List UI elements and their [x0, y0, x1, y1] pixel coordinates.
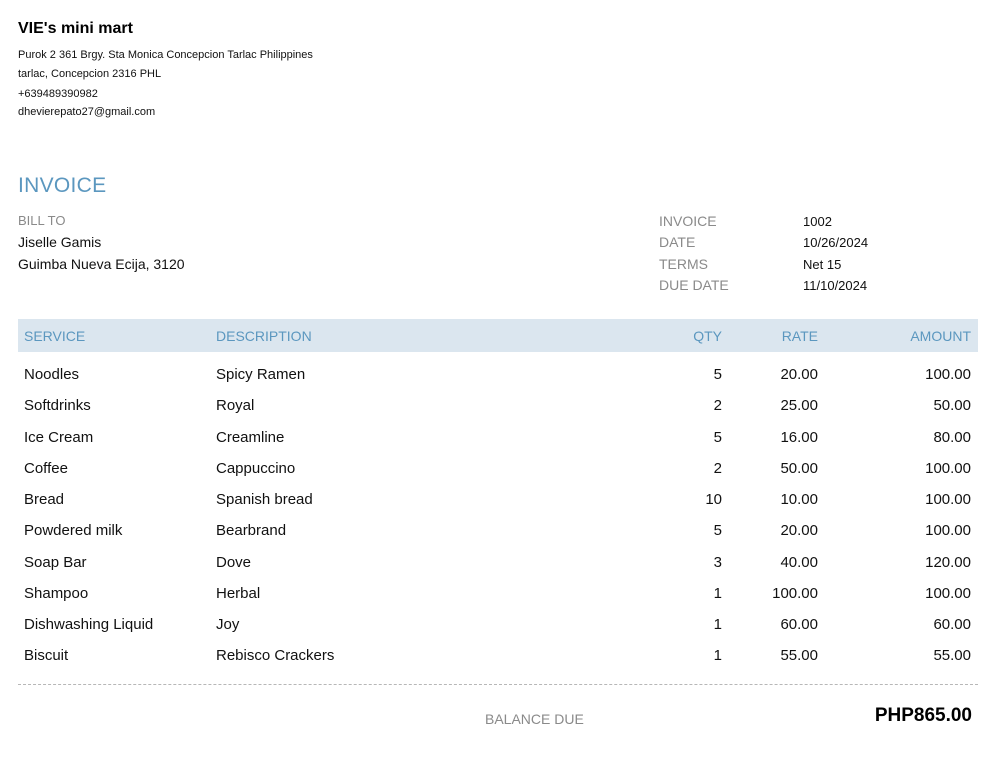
table-row: Ice Cream Creamline 5 16.00 80.00	[18, 429, 978, 451]
row-qty: 1	[713, 585, 722, 602]
company-name: VIE's mini mart	[18, 20, 133, 37]
header-amount: AMOUNT	[910, 328, 971, 344]
row-rate: 10.00	[780, 491, 818, 508]
row-amount: 120.00	[925, 554, 971, 571]
row-rate: 40.00	[780, 554, 818, 571]
table-row: Noodles Spicy Ramen 5 20.00 100.00	[18, 366, 978, 388]
invoice-number-label: INVOICE	[659, 213, 717, 229]
row-rate: 20.00	[780, 366, 818, 383]
header-description: DESCRIPTION	[216, 328, 312, 344]
row-amount: 55.00	[933, 647, 971, 664]
row-amount: 80.00	[933, 429, 971, 446]
bill-to-name: Jiselle Gamis	[18, 234, 102, 250]
row-rate: 16.00	[780, 429, 818, 446]
row-amount: 100.00	[925, 585, 971, 602]
row-qty: 1	[713, 647, 722, 664]
company-address-line2: tarlac, Concepcion 2316 PHL	[18, 68, 162, 80]
row-qty: 3	[713, 554, 722, 571]
row-amount: 100.00	[925, 366, 971, 383]
invoice-due-date-label: DUE DATE	[659, 277, 729, 293]
row-description: Herbal	[216, 585, 261, 602]
row-service: Ice Cream	[24, 429, 94, 446]
row-description: Rebisco Crackers	[216, 647, 335, 664]
row-service: Noodles	[24, 366, 80, 383]
table-row: Powdered milk Bearbrand 5 20.00 100.00	[18, 522, 978, 544]
row-rate: 50.00	[780, 460, 818, 477]
invoice-date-label: DATE	[659, 234, 696, 250]
invoice-number-value: 1002	[803, 214, 832, 229]
row-rate: 60.00	[780, 616, 818, 633]
row-service: Dishwashing Liquid	[24, 616, 154, 633]
invoice-terms-value: Net 15	[803, 257, 842, 272]
row-service: Soap Bar	[24, 554, 87, 571]
table-row: Shampoo Herbal 1 100.00 100.00	[18, 585, 978, 607]
company-phone: +639489390982	[18, 88, 98, 100]
row-service: Shampoo	[24, 585, 89, 602]
row-amount: 100.00	[925, 491, 971, 508]
row-description: Joy	[216, 616, 240, 633]
header-qty: QTY	[693, 328, 722, 344]
bill-to-label: BILL TO	[18, 213, 66, 228]
row-amount: 50.00	[933, 397, 971, 414]
row-rate: 20.00	[780, 522, 818, 539]
balance-due-value: PHP865.00	[874, 705, 972, 726]
table-divider	[18, 684, 978, 685]
row-qty: 2	[713, 397, 722, 414]
header-rate: RATE	[781, 328, 818, 344]
row-description: Dove	[216, 554, 252, 571]
row-service: Softdrinks	[24, 397, 91, 414]
row-description: Cappuccino	[216, 460, 296, 477]
table-row: Dishwashing Liquid Joy 1 60.00 60.00	[18, 616, 978, 638]
invoice-due-date-value: 11/10/2024	[803, 278, 868, 293]
table-row: Biscuit Rebisco Crackers 1 55.00 55.00	[18, 647, 978, 669]
row-rate: 100.00	[772, 585, 818, 602]
row-qty: 5	[713, 429, 722, 446]
row-description: Royal	[216, 397, 255, 414]
table-row: Bread Spanish bread 10 10.00 100.00	[18, 491, 978, 513]
row-amount: 100.00	[925, 460, 971, 477]
row-qty: 1	[713, 616, 722, 633]
row-service: Bread	[24, 491, 65, 508]
row-service: Coffee	[24, 460, 68, 477]
row-service: Biscuit	[24, 647, 69, 664]
company-address-line1: Purok 2 361 Brgy. Sta Monica Concepcion …	[18, 49, 313, 61]
items-table-header: SERVICE DESCRIPTION QTY RATE AMOUNT	[18, 319, 978, 352]
balance-due-label: BALANCE DUE	[485, 711, 584, 727]
table-row: Coffee Cappuccino 2 50.00 100.00	[18, 460, 978, 482]
row-qty: 2	[713, 460, 722, 477]
row-description: Creamline	[216, 429, 285, 446]
invoice-page: VIE's mini mart Purok 2 361 Brgy. Sta Mo…	[0, 0, 999, 777]
invoice-title: INVOICE	[18, 174, 107, 197]
table-row: Soap Bar Dove 3 40.00 120.00	[18, 554, 978, 576]
invoice-date-value: 10/26/2024	[803, 235, 869, 250]
table-row: Softdrinks Royal 2 25.00 50.00	[18, 397, 978, 419]
header-service: SERVICE	[24, 328, 86, 344]
company-email: dhevierepato27@gmail.com	[18, 106, 156, 118]
row-rate: 25.00	[780, 397, 818, 414]
row-amount: 60.00	[933, 616, 971, 633]
invoice-terms-label: TERMS	[659, 256, 708, 272]
row-rate: 55.00	[780, 647, 818, 664]
bill-to-address: Guimba Nueva Ecija, 3120	[18, 256, 185, 272]
row-amount: 100.00	[925, 522, 971, 539]
row-description: Spicy Ramen	[216, 366, 306, 383]
row-qty: 5	[713, 522, 722, 539]
row-description: Spanish bread	[216, 491, 313, 508]
row-qty: 10	[705, 491, 722, 508]
row-description: Bearbrand	[216, 522, 287, 539]
row-service: Powdered milk	[24, 522, 123, 539]
row-qty: 5	[713, 366, 722, 383]
